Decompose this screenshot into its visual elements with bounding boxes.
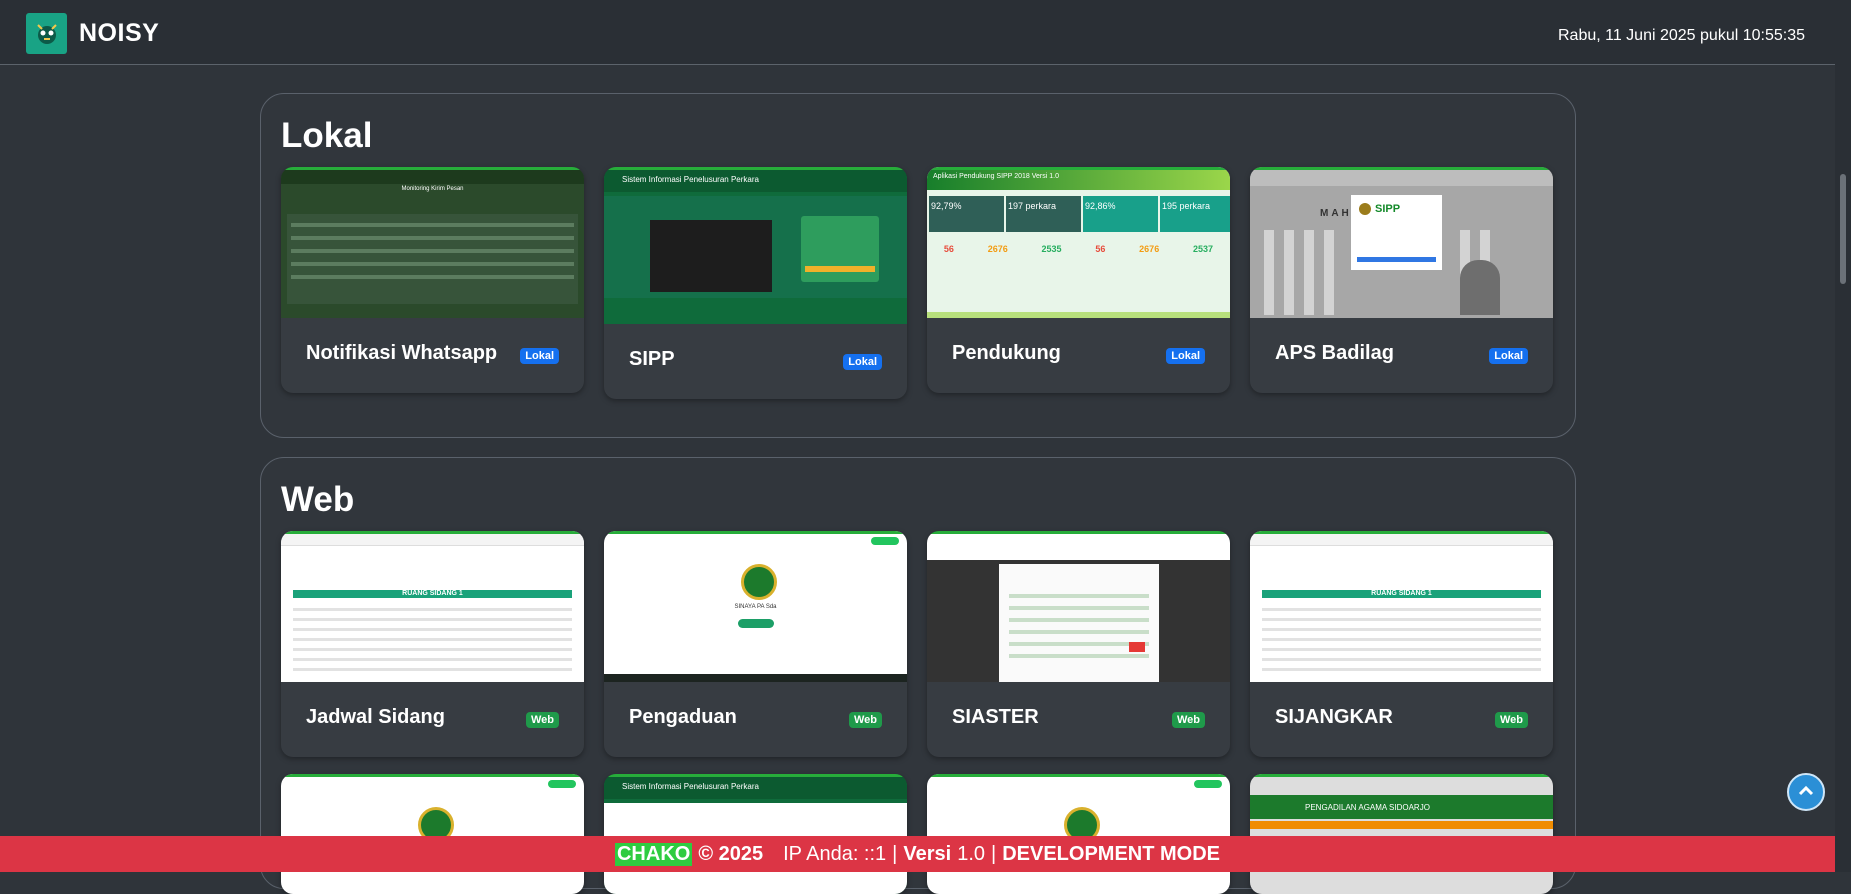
stat-number: 56 <box>943 244 954 254</box>
app-thumbnail: SINAYA PA Sda <box>604 531 907 682</box>
app-card-siaster[interactable]: SIASTER Web <box>927 531 1230 757</box>
thumbnail-caption: SINAYA PA Sda <box>734 604 777 610</box>
app-card-sipp[interactable]: Sistem Informasi Penelusuran Perkara SIP… <box>604 167 907 399</box>
brand[interactable]: NOISY <box>26 13 159 54</box>
section-title: Lokal <box>281 116 373 155</box>
thumbnail-caption: Monitoring Kirim Pesan <box>401 186 464 192</box>
category-badge: Lokal <box>1489 348 1528 364</box>
stat-number: 2676 <box>1139 244 1160 254</box>
footer-version-value: 1.0 <box>957 842 986 865</box>
category-badge: Web <box>1494 712 1528 728</box>
app-card-sijangkar[interactable]: RUANG SIDANG 1 SIJANGKAR Web <box>1250 531 1553 757</box>
stat-number: 2676 <box>987 244 1008 254</box>
app-thumbnail <box>927 531 1230 682</box>
card-title: Jadwal Sidang <box>306 706 445 728</box>
scrollbar-thumb[interactable] <box>1840 174 1846 284</box>
footer-copyright: © 2025 <box>698 842 764 865</box>
chevron-up-icon <box>1798 785 1814 796</box>
section-web: Web RUANG SIDANG 1 Jadwal Sidang Web SIN… <box>260 457 1576 894</box>
stat-number: 56 <box>1095 244 1106 254</box>
current-datetime: Rabu, 11 Juni 2025 pukul 10:55:35 <box>1557 27 1805 44</box>
back-to-top-button[interactable] <box>1787 773 1825 811</box>
app-thumbnail <box>281 774 584 894</box>
app-card-jadwal-sidang[interactable]: RUANG SIDANG 1 Jadwal Sidang Web <box>281 531 584 757</box>
thumbnail-caption: RUANG SIDANG 1 <box>1371 590 1432 597</box>
app-thumbnail: MAHKAM SIPP <box>1250 167 1553 318</box>
page-scrollbar[interactable] <box>1835 0 1851 872</box>
app-card-pengaduan[interactable]: SINAYA PA Sda Pengaduan Web <box>604 531 907 757</box>
app-card-row3-3[interactable] <box>927 774 1230 894</box>
category-badge: Lokal <box>1166 348 1205 364</box>
thumbnail-caption: RUANG SIDANG 1 <box>402 590 463 597</box>
app-card-row3-4[interactable]: PENGADILAN AGAMA SIDOARJO <box>1250 774 1553 894</box>
footer-version-label: Versi <box>903 842 952 865</box>
top-navbar: NOISY Rabu, 11 Juni 2025 pukul 10:55:35 <box>0 0 1835 65</box>
thumbnail-caption: PENGADILAN AGAMA SIDOARJO <box>1305 803 1430 812</box>
app-thumbnail: Monitoring Kirim Pesan <box>281 167 584 318</box>
category-badge: Web <box>525 712 559 728</box>
stat-value: 195 perkara <box>1162 201 1211 211</box>
section-lokal: Lokal Monitoring Kirim Pesan Notifikasi … <box>260 93 1576 438</box>
thumbnail-caption: Sistem Informasi Penelusuran Perkara <box>622 175 759 184</box>
app-card-aps-badilag[interactable]: MAHKAM SIPP APS Badilag Lokal <box>1250 167 1553 393</box>
app-thumbnail: PENGADILAN AGAMA SIDOARJO <box>1250 774 1553 894</box>
stat-number: 2535 <box>1041 244 1062 254</box>
card-title: Pengaduan <box>629 706 737 728</box>
card-title: APS Badilag <box>1275 342 1394 364</box>
card-title: Pendukung <box>952 342 1061 364</box>
card-title: SIASTER <box>952 706 1039 728</box>
app-card-notifikasi-whatsapp[interactable]: Monitoring Kirim Pesan Notifikasi Whatsa… <box>281 167 584 393</box>
thumbnail-caption: SIPP <box>1375 203 1401 215</box>
stat-value: 92,79% <box>931 201 962 211</box>
stat-value: 92,86% <box>1085 201 1116 211</box>
app-thumbnail: Aplikasi Pendukung SIPP 2018 Versi 1.0 9… <box>927 167 1230 318</box>
category-badge: Lokal <box>520 348 559 364</box>
stat-value: 197 perkara <box>1008 201 1057 211</box>
app-thumbnail <box>927 774 1230 894</box>
thumbnail-caption: Sistem Informasi Penelusuran Perkara <box>622 782 759 791</box>
footer-ip: IP Anda: ::1 <box>783 842 887 865</box>
stat-number: 2537 <box>1193 244 1214 254</box>
category-badge: Web <box>1171 712 1205 728</box>
footer: CHAKO © 2025 IP Anda: ::1 | Versi 1.0 | … <box>0 836 1835 872</box>
app-card-row3-1[interactable] <box>281 774 584 894</box>
card-title: Notifikasi Whatsapp <box>306 342 498 364</box>
app-card-row3-2[interactable]: Sistem Informasi Penelusuran Perkara <box>604 774 907 894</box>
app-thumbnail: Sistem Informasi Penelusuran Perkara <box>604 167 907 324</box>
footer-brand: CHAKO <box>614 842 693 866</box>
card-title: SIPP <box>629 348 675 370</box>
thumbnail-caption: Aplikasi Pendukung SIPP 2018 Versi 1.0 <box>933 173 1059 180</box>
app-thumbnail: RUANG SIDANG 1 <box>281 531 584 682</box>
footer-mode: DEVELOPMENT MODE <box>1002 842 1221 865</box>
app-thumbnail: RUANG SIDANG 1 <box>1250 531 1553 682</box>
category-badge: Lokal <box>843 354 882 370</box>
section-title: Web <box>281 480 355 519</box>
category-badge: Web <box>848 712 882 728</box>
card-title: SIJANGKAR <box>1275 706 1393 728</box>
app-thumbnail: Sistem Informasi Penelusuran Perkara <box>604 774 907 894</box>
app-card-pendukung[interactable]: Aplikasi Pendukung SIPP 2018 Versi 1.0 9… <box>927 167 1230 393</box>
brand-logo-icon <box>26 13 67 54</box>
brand-name: NOISY <box>79 19 160 47</box>
